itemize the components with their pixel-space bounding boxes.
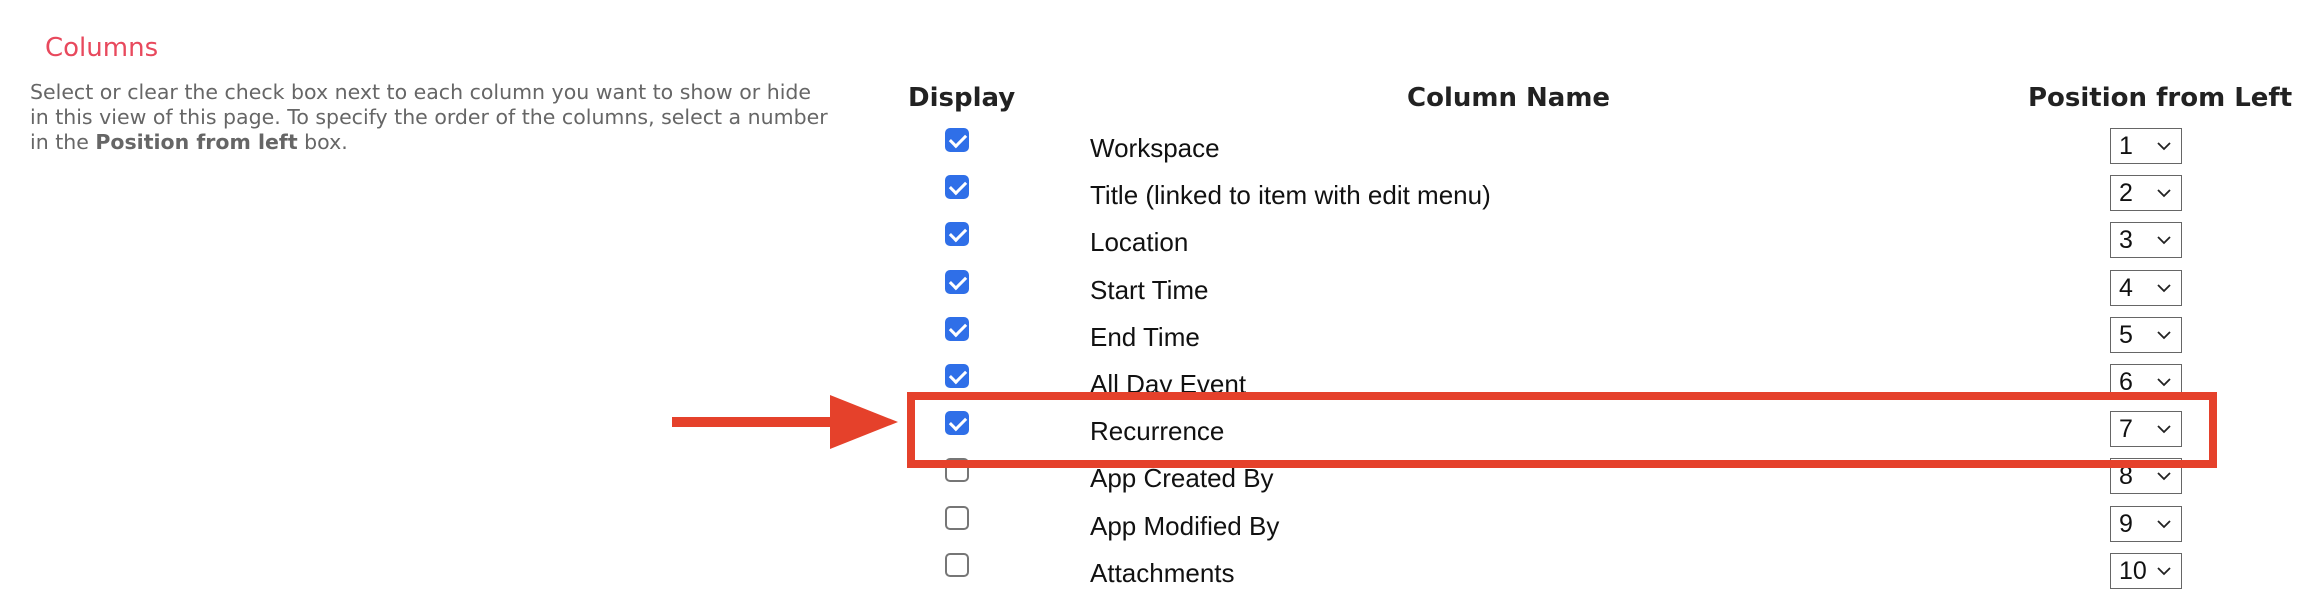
- position-select[interactable]: 1: [2110, 128, 2182, 164]
- chevron-down-icon: [2157, 142, 2171, 151]
- position-select[interactable]: 5: [2110, 316, 2182, 353]
- display-checkbox[interactable]: [945, 128, 969, 152]
- chevron-down-icon: [2157, 236, 2171, 245]
- position-value: 8: [2119, 462, 2133, 491]
- column-name-label: Workspace: [1090, 133, 1220, 163]
- position-value: 7: [2119, 415, 2133, 444]
- column-name-label: Start Time: [1090, 274, 1209, 305]
- position-select[interactable]: 8: [2110, 458, 2182, 495]
- column-row-attachments: Attachments 10: [905, 552, 2205, 600]
- chevron-down-icon: [2157, 378, 2171, 387]
- column-row-title-linked-to-item-with-edit-menu: Title (linked to item with edit menu) 2: [905, 175, 2205, 222]
- column-name-label: Attachments: [1090, 557, 1235, 588]
- chevron-down-icon: [2157, 425, 2171, 434]
- display-checkbox[interactable]: [945, 364, 969, 388]
- description-text-end: box.: [297, 130, 348, 154]
- section-description: Select or clear the check box next to ea…: [30, 80, 830, 155]
- chevron-down-icon: [2157, 519, 2171, 528]
- position-value: 6: [2119, 368, 2133, 396]
- column-name-label: All Day Event: [1090, 369, 1247, 399]
- position-value: 5: [2119, 320, 2133, 349]
- position-value: 3: [2119, 226, 2133, 255]
- position-column-header: Position from Left: [2028, 83, 2293, 113]
- display-column-header: Display: [908, 83, 1016, 113]
- display-checkbox[interactable]: [945, 316, 969, 341]
- column-name-label: Title (linked to item with edit menu): [1090, 180, 1491, 211]
- position-value: 10: [2119, 556, 2147, 585]
- display-checkbox[interactable]: [945, 269, 969, 294]
- display-checkbox[interactable]: [945, 411, 969, 436]
- column-name-header: Column Name: [1407, 83, 1611, 113]
- display-checkbox[interactable]: [945, 222, 969, 247]
- column-name-label: End Time: [1090, 321, 1200, 352]
- annotation-arrow: [672, 395, 898, 449]
- section-title: Columns: [45, 33, 159, 63]
- chevron-down-icon: [2157, 283, 2171, 292]
- display-checkbox[interactable]: [945, 552, 969, 577]
- column-row-workspace: Workspace 1: [905, 128, 2205, 175]
- chevron-down-icon: [2157, 189, 2171, 198]
- display-checkbox[interactable]: [945, 175, 969, 200]
- column-row-recurrence: Recurrence 7: [905, 411, 2205, 458]
- position-select[interactable]: 9: [2110, 505, 2182, 542]
- position-select[interactable]: 2: [2110, 175, 2182, 212]
- position-select[interactable]: 3: [2110, 222, 2182, 259]
- column-row-all-day-event: All Day Event 6: [905, 364, 2205, 411]
- position-select[interactable]: 4: [2110, 269, 2182, 306]
- position-select[interactable]: 7: [2110, 411, 2182, 448]
- display-checkbox[interactable]: [945, 505, 969, 530]
- column-row-app-created-by: App Created By 8: [905, 458, 2205, 505]
- column-row-app-modified-by: App Modified By 9: [905, 505, 2205, 553]
- column-row-start-time: Start Time 4: [905, 269, 2205, 317]
- column-name-label: App Created By: [1090, 463, 1274, 494]
- position-value: 9: [2119, 509, 2133, 538]
- chevron-down-icon: [2157, 472, 2171, 481]
- description-bold-text: Position from left: [95, 130, 298, 154]
- display-checkbox[interactable]: [945, 458, 969, 483]
- column-name-label: Recurrence: [1090, 416, 1225, 447]
- position-value: 1: [2119, 132, 2133, 160]
- position-value: 4: [2119, 273, 2133, 302]
- chevron-down-icon: [2157, 567, 2171, 576]
- position-select[interactable]: 6: [2110, 364, 2182, 400]
- column-row-location: Location 3: [905, 222, 2205, 269]
- chevron-down-icon: [2157, 331, 2171, 340]
- column-row-end-time: End Time 5: [905, 316, 2205, 364]
- position-select[interactable]: 10: [2110, 552, 2182, 589]
- column-name-label: Location: [1090, 227, 1189, 258]
- column-name-label: App Modified By: [1090, 510, 1280, 541]
- position-value: 2: [2119, 179, 2133, 208]
